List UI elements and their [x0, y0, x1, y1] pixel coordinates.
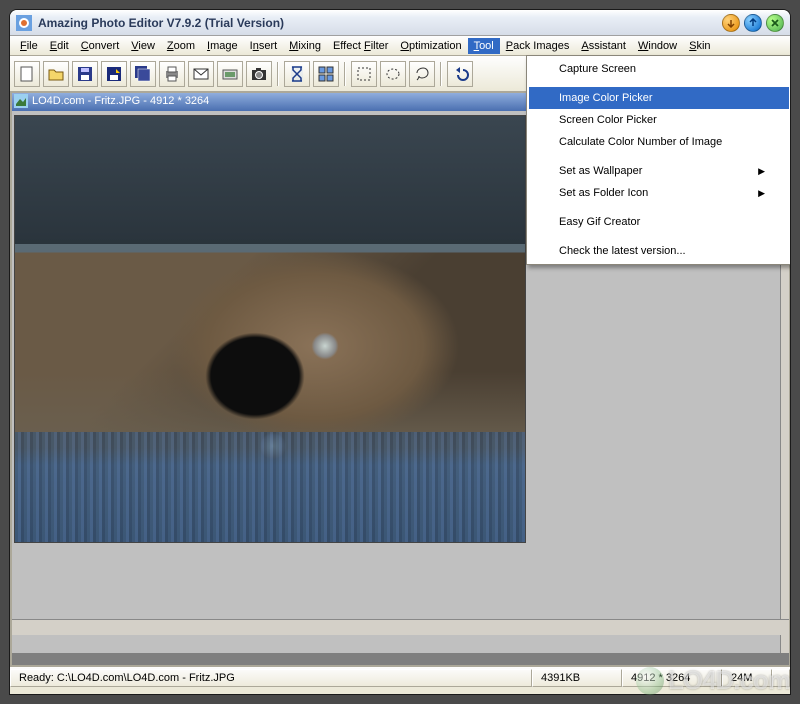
menu-window[interactable]: Window: [632, 38, 683, 54]
menu-tool[interactable]: Tool: [468, 38, 500, 54]
tile-button[interactable]: [313, 61, 339, 87]
menu-assistant[interactable]: Assistant: [575, 38, 632, 54]
menubar: FileEditConvertViewZoomImageInsertMixing…: [10, 36, 790, 56]
select-rect-button[interactable]: [351, 61, 377, 87]
minimize-button[interactable]: [722, 14, 740, 32]
save-as-button[interactable]: [101, 61, 127, 87]
new-button[interactable]: [14, 61, 40, 87]
menuitem-image-color-picker[interactable]: Image Color Picker: [529, 87, 789, 109]
document-title: LO4D.com - Fritz.JPG - 4912 * 3264: [32, 95, 209, 107]
menuitem-label: Easy Gif Creator: [559, 216, 640, 228]
toolbar-separator: [277, 62, 279, 86]
menuitem-label: Image Color Picker: [559, 92, 653, 104]
save-icon: [76, 65, 94, 83]
menu-file[interactable]: File: [14, 38, 44, 54]
save-as-icon: [105, 65, 123, 83]
image-canvas[interactable]: [14, 115, 526, 543]
menuitem-check-the-latest-version[interactable]: Check the latest version...: [529, 240, 789, 262]
menuitem-label: Capture Screen: [559, 63, 636, 75]
print-icon: [163, 65, 181, 83]
menuitem-screen-color-picker[interactable]: Screen Color Picker: [529, 109, 789, 131]
document-icon: [14, 94, 28, 108]
chevron-right-icon: ▶: [758, 188, 765, 199]
menu-effect-filter[interactable]: Effect Filter: [327, 38, 394, 54]
menu-edit[interactable]: Edit: [44, 38, 75, 54]
select-ellipse-button[interactable]: [380, 61, 406, 87]
toolbar-separator: [440, 62, 442, 86]
menuitem-label: Set as Wallpaper: [559, 165, 642, 177]
globe-icon: [636, 667, 664, 695]
save-all-button[interactable]: [130, 61, 156, 87]
app-icon: [16, 15, 32, 31]
menu-separator: [531, 83, 787, 84]
hourglass-icon: [288, 65, 306, 83]
email-button[interactable]: [188, 61, 214, 87]
select-ellipse-icon: [384, 65, 402, 83]
menu-mixing[interactable]: Mixing: [283, 38, 327, 54]
status-ready: Ready: C:\LO4D.com\LO4D.com - Fritz.JPG: [10, 669, 532, 687]
menu-pack-images[interactable]: Pack Images: [500, 38, 576, 54]
print-button[interactable]: [159, 61, 185, 87]
titlebar: Amazing Photo Editor V7.9.2 (Trial Versi…: [10, 10, 790, 36]
menu-image[interactable]: Image: [201, 38, 244, 54]
email-icon: [192, 65, 210, 83]
scan-icon: [221, 65, 239, 83]
save-all-icon: [134, 65, 152, 83]
menuitem-set-as-folder-icon[interactable]: Set as Folder Icon ▶: [529, 182, 789, 204]
select-rect-icon: [355, 65, 373, 83]
new-icon: [18, 65, 36, 83]
menuitem-capture-screen[interactable]: Capture Screen: [529, 58, 789, 80]
status-filesize: 4391KB: [532, 669, 622, 687]
menuitem-label: Check the latest version...: [559, 245, 686, 257]
undo-button[interactable]: [447, 61, 473, 87]
scan-button[interactable]: [217, 61, 243, 87]
menuitem-label: Screen Color Picker: [559, 114, 657, 126]
close-button[interactable]: [766, 14, 784, 32]
menuitem-set-as-wallpaper[interactable]: Set as Wallpaper ▶: [529, 160, 789, 182]
horizontal-scrollbar[interactable]: [10, 619, 790, 635]
camera-icon: [250, 65, 268, 83]
toolbar-separator: [344, 62, 346, 86]
undo-icon: [451, 65, 469, 83]
menu-optimization[interactable]: Optimization: [394, 38, 467, 54]
app-window: Amazing Photo Editor V7.9.2 (Trial Versi…: [9, 9, 791, 695]
tool-dropdown-menu: Capture Screen Image Color Picker Screen C…: [526, 55, 791, 265]
menuitem-label: Set as Folder Icon: [559, 187, 648, 199]
open-icon: [47, 65, 65, 83]
menu-view[interactable]: View: [125, 38, 161, 54]
tile-icon: [317, 65, 335, 83]
window-title: Amazing Photo Editor V7.9.2 (Trial Versi…: [38, 16, 722, 30]
menu-zoom[interactable]: Zoom: [161, 38, 201, 54]
save-button[interactable]: [72, 61, 98, 87]
menu-separator: [531, 156, 787, 157]
menu-separator: [531, 207, 787, 208]
watermark: LO4D.com: [636, 665, 790, 696]
window-controls: [722, 14, 784, 32]
menu-insert[interactable]: Insert: [244, 38, 284, 54]
menuitem-label: Calculate Color Number of Image: [559, 136, 722, 148]
menuitem-calculate-color-number-of-image[interactable]: Calculate Color Number of Image: [529, 131, 789, 153]
select-lasso-icon: [413, 65, 431, 83]
menuitem-easy-gif-creator[interactable]: Easy Gif Creator: [529, 211, 789, 233]
maximize-button[interactable]: [744, 14, 762, 32]
hourglass-button[interactable]: [284, 61, 310, 87]
menu-skin[interactable]: Skin: [683, 38, 716, 54]
chevron-right-icon: ▶: [758, 166, 765, 177]
select-lasso-button[interactable]: [409, 61, 435, 87]
menu-separator: [531, 236, 787, 237]
menu-convert[interactable]: Convert: [75, 38, 126, 54]
camera-button[interactable]: [246, 61, 272, 87]
open-button[interactable]: [43, 61, 69, 87]
